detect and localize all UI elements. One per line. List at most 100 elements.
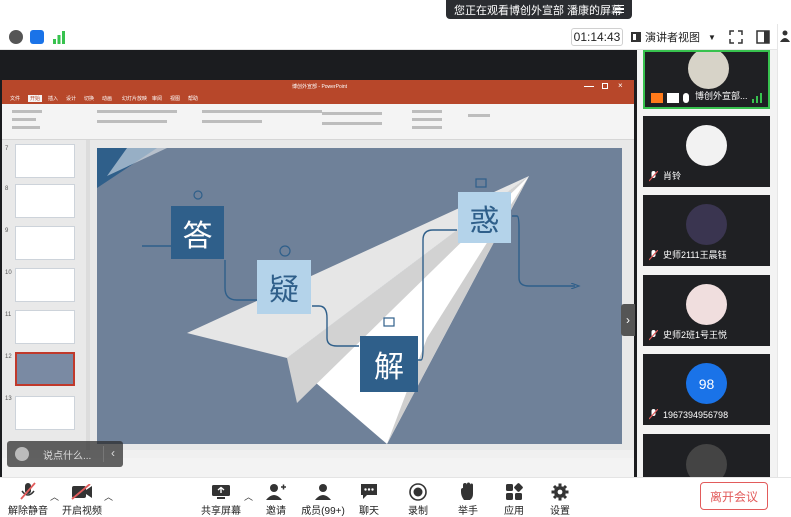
chevron-left-icon[interactable]: ‹ — [111, 446, 115, 460]
slide-thumbnail[interactable] — [15, 184, 75, 218]
view-label: 演讲者视图 — [645, 32, 700, 44]
fullscreen-icon[interactable] — [729, 30, 743, 44]
ppt-tab[interactable]: 切换 — [84, 95, 94, 102]
participant-tile[interactable]: 史师2111王晨钰 — [643, 195, 770, 266]
slide-number: 13 — [5, 396, 12, 402]
chat-button[interactable]: 聊天 — [345, 482, 393, 517]
collapse-panel-button[interactable]: › — [621, 304, 635, 336]
notice-text: 您正在观看博创外宣部 潘康的屏幕 — [454, 4, 623, 17]
menu-icon[interactable] — [615, 5, 624, 13]
sidebar-toggle-icon[interactable] — [756, 30, 770, 44]
participant-tile[interactable]: 肖铃 — [643, 116, 770, 187]
participant-tile[interactable]: 98 1967394956798 — [643, 354, 770, 425]
chat-icon — [358, 482, 380, 501]
avatar — [688, 52, 729, 89]
chat-label: 聊天 — [359, 506, 379, 517]
slide-number: 10 — [5, 270, 12, 276]
ppt-title: 博创外宣部 - PowerPoint — [292, 84, 348, 90]
close-icon[interactable]: × — [618, 81, 623, 90]
slide-thumbnail[interactable] — [15, 268, 75, 302]
signal-icon[interactable] — [52, 30, 66, 44]
meeting-timer: 01:14:43 — [571, 28, 623, 46]
share-screen-label: 共享屏幕 — [201, 506, 241, 517]
mic-muted-icon — [649, 171, 658, 182]
share-screen-icon — [210, 482, 232, 501]
slide-thumbnail[interactable] — [15, 396, 75, 430]
members-label: 成员(99+) — [301, 506, 345, 517]
info-icon[interactable] — [9, 30, 23, 44]
share-screen-button[interactable]: 共享屏幕 — [197, 482, 245, 517]
arrow-head-icon — [571, 283, 581, 289]
video-off-icon — [71, 482, 93, 501]
participant-name: 1967394956798 — [663, 410, 729, 420]
person-icon[interactable] — [780, 30, 790, 42]
shield-icon[interactable] — [30, 30, 44, 44]
slide-thumbnail-selected[interactable] — [15, 352, 75, 386]
mic-muted-icon — [649, 409, 658, 420]
record-button[interactable]: 录制 — [394, 482, 442, 517]
members-button[interactable]: 成员(99+) — [297, 482, 349, 517]
chevron-up-icon[interactable]: ︿ — [104, 490, 113, 503]
apps-button[interactable]: 应用 — [490, 482, 538, 517]
ppt-tab[interactable]: 设计 — [66, 95, 76, 102]
participant-name: 肖铃 — [663, 171, 682, 181]
meeting-window: 您正在观看博创外宣部 潘康的屏幕 01:14:43 演讲者视图 ▼ 博创外宣部 … — [0, 0, 791, 517]
invite-button[interactable]: 邀请 — [252, 482, 300, 517]
participant-tile[interactable] — [643, 434, 770, 477]
slide-thumbnail[interactable] — [15, 310, 75, 344]
ppt-tab[interactable]: 幻灯片放映 — [122, 95, 147, 102]
raise-hand-button[interactable]: 举手 — [444, 482, 492, 517]
record-icon — [407, 482, 429, 501]
avatar — [686, 204, 727, 245]
mic-muted-icon — [649, 330, 658, 341]
view-layout-icon — [631, 32, 641, 42]
chat-placeholder: 说点什么... — [43, 450, 92, 462]
avatar — [686, 444, 727, 477]
avatar — [686, 125, 727, 166]
ppt-tab[interactable]: 动画 — [102, 95, 112, 102]
char-box-da: 答 — [171, 206, 224, 259]
status-bar: 01:14:43 演讲者视图 ▼ — [0, 24, 791, 50]
slide-number: 9 — [5, 228, 9, 234]
right-edge-strip — [777, 24, 791, 477]
avatar — [686, 284, 727, 325]
maximize-icon[interactable] — [602, 83, 608, 89]
leave-meeting-button[interactable]: 离开会议 — [700, 482, 768, 510]
ppt-tab[interactable]: 帮助 — [188, 95, 198, 102]
mic-muted-icon — [649, 250, 658, 261]
participant-tile[interactable]: 博创外宣部... — [643, 50, 770, 109]
add-user-icon — [265, 482, 287, 501]
slide-thumbnail[interactable] — [15, 226, 75, 260]
start-video-button[interactable]: 开启视频 — [58, 482, 106, 517]
ppt-tab[interactable]: 视图 — [170, 95, 180, 102]
participant-tile[interactable]: 史师2班1号王悦 — [643, 275, 770, 346]
current-slide: 答 疑 解 惑 — [97, 148, 622, 444]
ppt-tab[interactable]: 审阅 — [152, 95, 162, 102]
unmute-button[interactable]: 解除静音 — [4, 482, 52, 517]
members-icon — [312, 482, 334, 501]
shared-screen: 博创外宣部 - PowerPoint × 文件 开始 插入 设计 切换 动画 幻… — [0, 50, 637, 510]
speaker-view-button[interactable]: 演讲者视图 ▼ — [631, 28, 719, 46]
hand-icon — [457, 482, 479, 501]
char-box-yi: 疑 — [257, 260, 311, 314]
mic-icon — [683, 93, 689, 103]
slide-number: 11 — [5, 312, 12, 318]
participant-name: 史师2班1号王悦 — [663, 330, 728, 340]
participants-panel: 博创外宣部... 肖铃 史师2111王晨钰 史师2班1号王悦 98 196739… — [637, 50, 777, 477]
ppt-tab[interactable]: 插入 — [48, 95, 58, 102]
slide-number: 8 — [5, 186, 9, 192]
invite-label: 邀请 — [266, 506, 286, 517]
slide-number: 12 — [5, 354, 12, 360]
ppt-tab[interactable]: 文件 — [10, 95, 20, 102]
slide-thumbnail[interactable] — [15, 144, 75, 178]
chat-input-overlay[interactable]: 说点什么... ‹ — [7, 441, 123, 467]
raise-hand-label: 举手 — [458, 506, 478, 517]
apps-icon — [503, 482, 525, 501]
meeting-toolbar: 解除静音 ︿ 开启视频 ︿ 共享屏幕 ︿ 邀请 成员(99+) 聊天 录制 举手… — [0, 477, 791, 517]
participant-name: 博创外宣部... — [695, 91, 748, 101]
slide-thumbnails: 7 8 9 10 11 12 13 — [2, 140, 90, 458]
settings-button[interactable]: 设置 — [536, 482, 584, 517]
emoji-icon[interactable] — [15, 447, 29, 461]
minimize-icon[interactable] — [584, 86, 594, 87]
ppt-tab-home[interactable]: 开始 — [28, 95, 43, 102]
